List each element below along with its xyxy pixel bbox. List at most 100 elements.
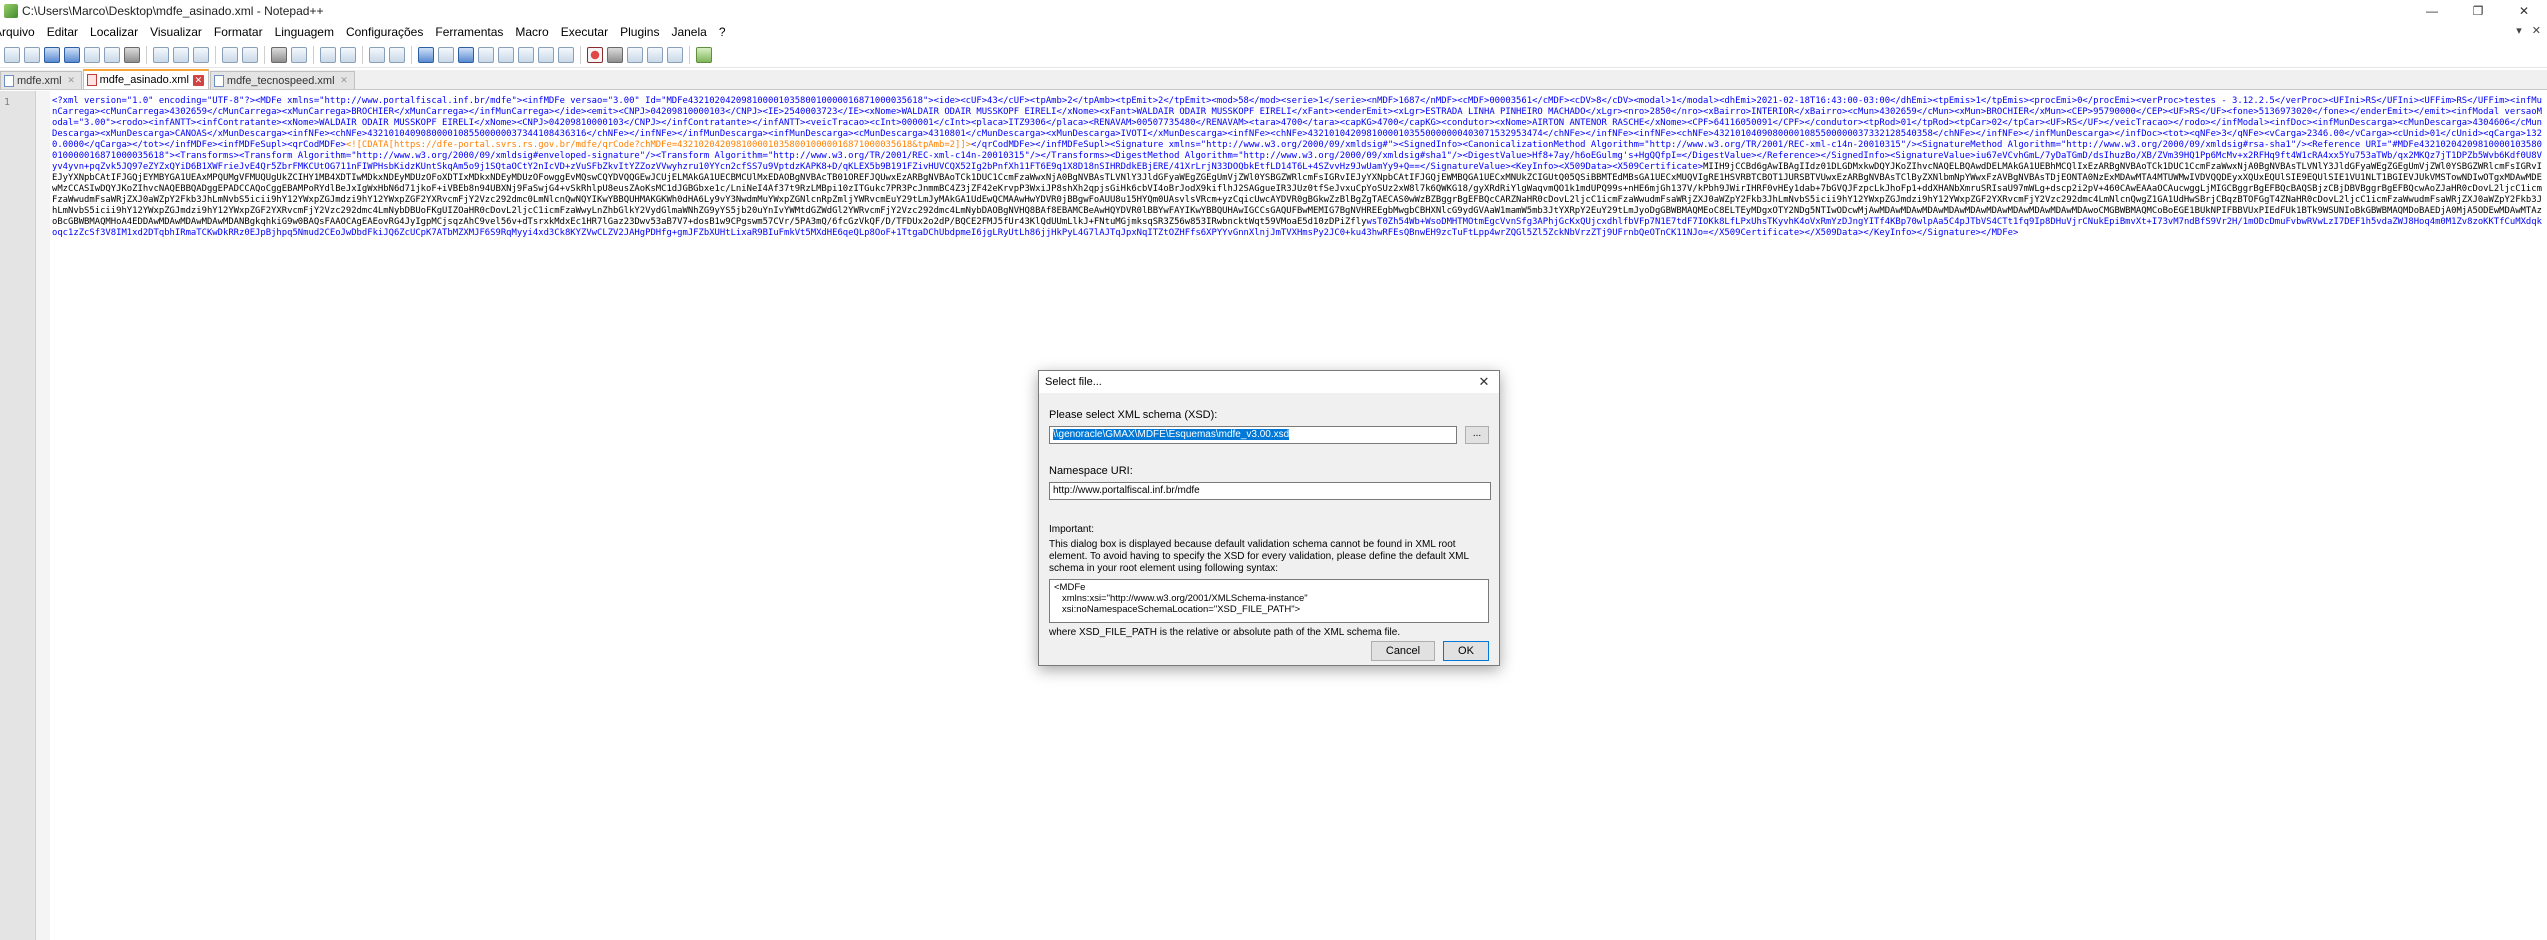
tab-mdfe[interactable]: mdfe.xml ✕ [0, 71, 82, 89]
maximize-button[interactable]: ❐ [2455, 0, 2501, 22]
menu-arquivo[interactable]: Arquivo [0, 25, 41, 39]
file-icon [4, 74, 14, 87]
undo-icon[interactable] [222, 46, 238, 63]
save-macro-icon[interactable] [667, 46, 683, 63]
toolbar [0, 42, 2547, 68]
record-macro-icon[interactable] [587, 46, 603, 63]
menu-editar[interactable]: Editar [41, 25, 84, 39]
paste-icon[interactable] [193, 46, 209, 63]
title-bar: C:\Users\Marco\Desktop\mdfe_asinado.xml … [0, 0, 2547, 22]
menu-bar: Arquivo Editar Localizar Visualizar Form… [0, 22, 2547, 42]
ok-button[interactable]: OK [1443, 641, 1489, 661]
toolbar-separator [215, 45, 216, 64]
file-icon [86, 74, 97, 86]
save-icon[interactable] [44, 46, 60, 63]
fold-margin[interactable] [36, 91, 50, 940]
zoom-out-icon[interactable] [340, 46, 356, 63]
line-number-gutter: 1 [0, 91, 36, 940]
window-controls: — ❐ ✕ [2409, 0, 2547, 22]
save-all-icon[interactable] [64, 46, 80, 63]
sync-vertical-icon[interactable] [369, 46, 385, 63]
toolbar-separator [264, 45, 265, 64]
function-list-icon[interactable] [518, 46, 534, 63]
menu-macro[interactable]: Macro [509, 25, 554, 39]
dialog-title: Select file... [1045, 376, 1102, 388]
replace-icon[interactable] [291, 46, 307, 63]
toolbar-separator [580, 45, 581, 64]
close-file-icon[interactable] [84, 46, 100, 63]
validate-xml-icon[interactable] [696, 46, 712, 63]
doc-map-icon[interactable] [498, 46, 514, 63]
print-icon[interactable] [124, 46, 140, 63]
menu-visualizar[interactable]: Visualizar [144, 25, 208, 39]
syntax-example-box: <MDFe xmlns:xsi="http://www.w3.org/2001/… [1049, 579, 1489, 623]
find-icon[interactable] [271, 46, 287, 63]
play-multiple-icon[interactable] [647, 46, 663, 63]
menu-right-controls: ▾ ✕ [2516, 24, 2541, 37]
close-window-button[interactable]: ✕ [2501, 0, 2547, 22]
monitoring-icon[interactable] [558, 46, 574, 63]
new-file-icon[interactable] [4, 46, 20, 63]
important-label: Important: [1049, 524, 1095, 535]
menu-plugins[interactable]: Plugins [614, 25, 665, 39]
tab-label: mdfe.xml [17, 74, 62, 87]
word-wrap-icon[interactable] [418, 46, 434, 63]
schema-path-value: \\genoracle\GMAX\MDFE\Esquemas\mdfe_v3.0… [1053, 429, 1290, 440]
menu-configuracoes[interactable]: Configurações [340, 25, 429, 39]
language-icon[interactable] [478, 46, 494, 63]
toolbar-separator [411, 45, 412, 64]
toolbar-separator [689, 45, 690, 64]
menu-linguagem[interactable]: Linguagem [269, 25, 340, 39]
menu-janela[interactable]: Janela [665, 25, 712, 39]
tab-close-icon[interactable]: ✕ [66, 75, 77, 86]
close-all-icon[interactable] [104, 46, 120, 63]
select-file-dialog: Select file... ✕ Please select XML schem… [1038, 370, 1500, 666]
schema-label: Please select XML schema (XSD): [1049, 409, 1218, 421]
tab-close-icon[interactable]: ✕ [339, 75, 350, 86]
menu-ferramentas[interactable]: Ferramentas [429, 25, 509, 39]
sync-horizontal-icon[interactable] [389, 46, 405, 63]
xsd-path-hint: where XSD_FILE_PATH is the relative or a… [1049, 627, 1401, 638]
code-segment-cdata: <![CDATA[https://dfe-portal.svrs.rs.gov.… [345, 140, 972, 150]
stop-macro-icon[interactable] [607, 46, 623, 63]
tab-close-icon[interactable]: ✕ [192, 74, 204, 86]
tab-label: mdfe_asinado.xml [99, 74, 189, 86]
menu-help[interactable]: ? [713, 25, 732, 39]
tab-list-icon[interactable]: ▾ [2516, 24, 2522, 37]
redo-icon[interactable] [242, 46, 258, 63]
namespace-uri-input[interactable]: http://www.portalfiscal.inf.br/mdfe [1049, 482, 1491, 500]
schema-path-input[interactable]: \\genoracle\GMAX\MDFE\Esquemas\mdfe_v3.0… [1049, 426, 1457, 444]
cancel-button[interactable]: Cancel [1371, 641, 1435, 661]
browse-button[interactable]: ... [1465, 426, 1489, 444]
minimize-button[interactable]: — [2409, 0, 2455, 22]
copy-icon[interactable] [173, 46, 189, 63]
folder-workspace-icon[interactable] [538, 46, 554, 63]
tab-mdfe-tecnospeed[interactable]: mdfe_tecnospeed.xml ✕ [209, 71, 355, 89]
window-title: C:\Users\Marco\Desktop\mdfe_asinado.xml … [22, 4, 324, 18]
syntax-line: <MDFe [1054, 582, 1086, 593]
line-number: 1 [4, 97, 11, 108]
document-tabs: mdfe.xml ✕ mdfe_asinado.xml ✕ mdfe_tecno… [0, 69, 2547, 90]
cut-icon[interactable] [153, 46, 169, 63]
menu-executar[interactable]: Executar [555, 25, 614, 39]
dialog-close-button[interactable]: ✕ [1475, 373, 1493, 391]
toolbar-separator [313, 45, 314, 64]
important-text: This dialog box is displayed because def… [1049, 539, 1469, 574]
open-file-icon[interactable] [24, 46, 40, 63]
zoom-in-icon[interactable] [320, 46, 336, 63]
toolbar-separator [362, 45, 363, 64]
dialog-titlebar: Select file... ✕ [1039, 371, 1499, 393]
tab-mdfe-asinado[interactable]: mdfe_asinado.xml ✕ [82, 69, 209, 89]
menu-localizar[interactable]: Localizar [84, 25, 144, 39]
syntax-line: xmlns:xsi="http://www.w3.org/2001/XMLSch… [1062, 593, 1308, 604]
toolbar-separator [146, 45, 147, 64]
menu-formatar[interactable]: Formatar [208, 25, 269, 39]
notepadpp-icon [4, 4, 18, 18]
tab-label: mdfe_tecnospeed.xml [226, 74, 335, 87]
play-macro-icon[interactable] [627, 46, 643, 63]
show-all-chars-icon[interactable] [438, 46, 454, 63]
indent-guide-icon[interactable] [458, 46, 474, 63]
namespace-label: Namespace URI: [1049, 465, 1133, 477]
file-icon [213, 74, 224, 87]
close-doc-icon[interactable]: ✕ [2532, 24, 2541, 37]
